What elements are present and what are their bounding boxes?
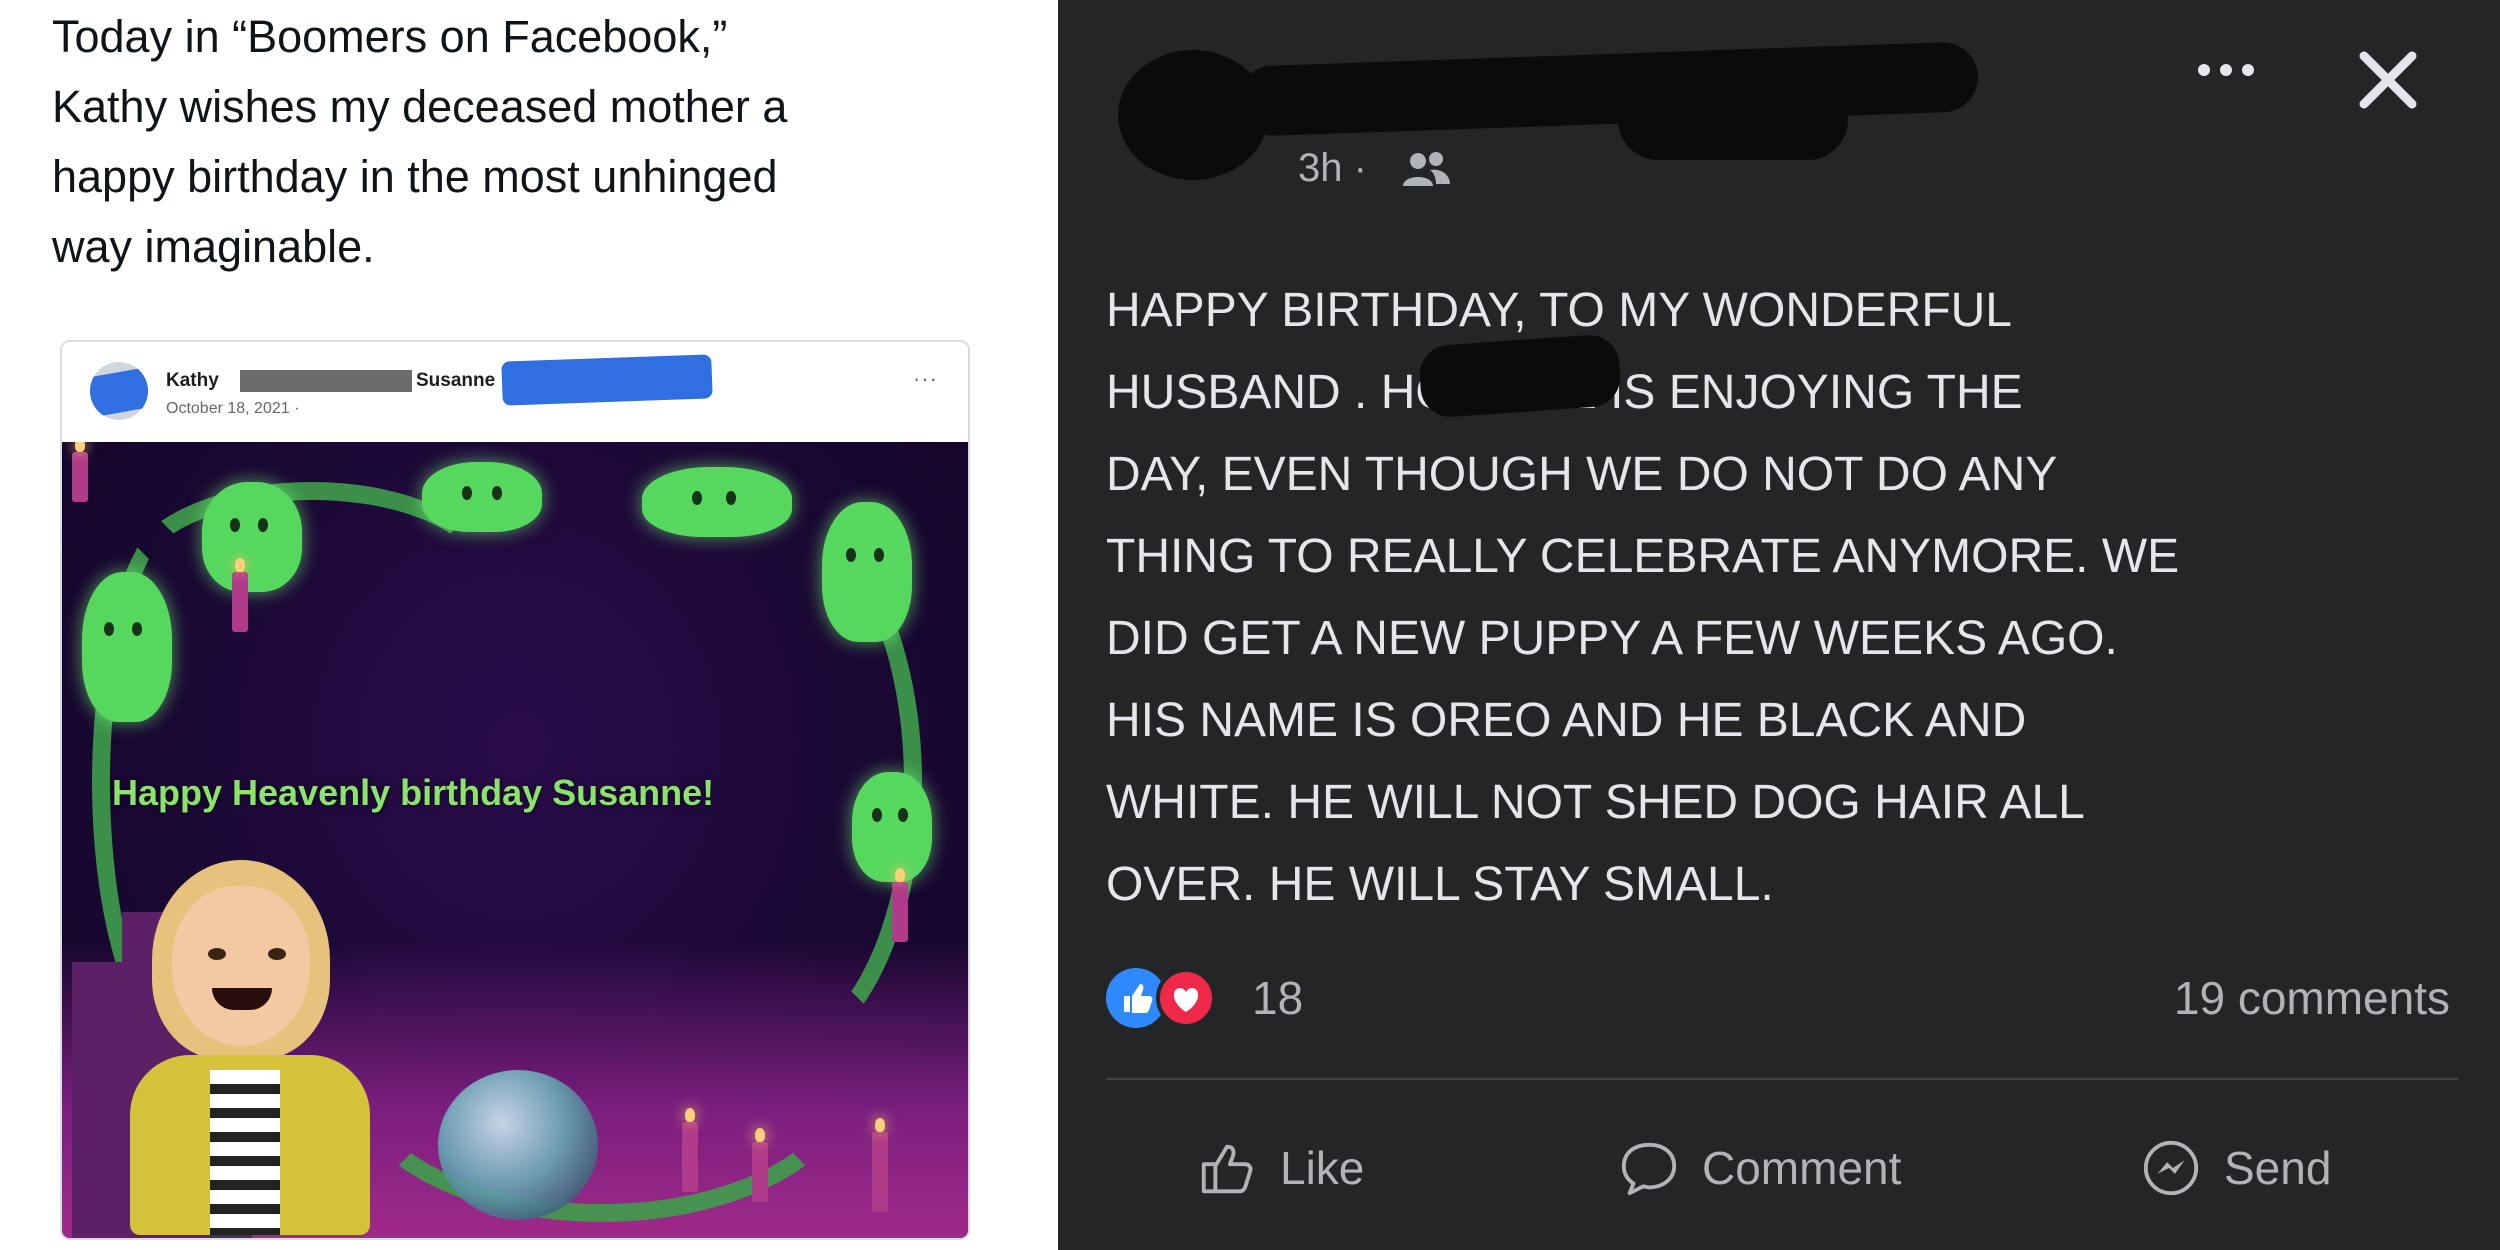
bitmoji-avatar [130,860,380,1240]
crystal-ball [438,1070,598,1220]
post-text: HAPPY BIRTHDAY, TO MY WONDERFUL HUSBAND … [1106,270,2476,926]
ghost-decoration [642,467,792,537]
birthday-greeting-text: Happy Heavenly birthday Susanne! [112,772,715,813]
friends-audience-icon[interactable] [1400,150,1452,190]
comment-button[interactable]: Comment [1618,1128,1901,1208]
vine-decoration [342,922,862,1222]
embedded-author-name: Kathy [166,370,219,391]
thumbs-up-icon [1201,1144,1253,1194]
send-label: Send [2224,1142,2332,1194]
embedded-post-header: Kathy Susanne October 18, 2021 · ··· [62,342,968,442]
comment-bubble-icon [1621,1142,1677,1196]
post-line: DAY, EVEN THOUGH WE DO NOT DO ANY [1106,448,2058,501]
ghost-decoration [202,482,302,592]
tweet-panel: Today in “Boomers on Facebook,” Kathy wi… [0,0,1050,1250]
tweet-line: Kathy wishes my deceased mother a [52,81,788,132]
candle-decoration [72,442,88,502]
redaction-bar [240,370,412,392]
candle-decoration [892,868,908,942]
messenger-icon [2143,1140,2199,1196]
like-label: Like [1280,1142,1365,1194]
post-line: HIS NAME IS OREO AND HE BLACK AND [1106,694,2027,747]
send-button[interactable]: Send [2140,1128,2331,1208]
name-redaction [1417,333,1623,419]
redaction-scribble [1237,41,1979,137]
author-redaction [1118,40,1979,180]
tweet-line: Today in “Boomers on Facebook,” [52,11,728,62]
post-line: DID GET A NEW PUPPY A FEW WEEKS AGO. [1106,612,2118,665]
tweet-line: happy birthday in the most unhinged [52,151,778,202]
reaction-count[interactable]: 18 [1252,968,1303,1028]
comment-count[interactable]: 19 comments [2174,968,2450,1028]
close-icon[interactable] [2348,40,2428,120]
post-line: WHITE. HE WILL NOT SHED DOG HAIR ALL [1106,776,2085,829]
redaction-scribble [501,354,713,406]
ghost-decoration [82,572,172,722]
bitmoji-shirt [210,1070,280,1235]
ghost-decoration [852,772,932,882]
ghost-decoration [822,502,912,642]
facebook-post-panel: 3h · HAPPY BIRTHDAY, TO MY WONDERFUL HUS… [1058,0,2500,1250]
like-button[interactable]: Like [1196,1128,1364,1208]
avatar [90,362,148,420]
post-timestamp[interactable]: 3h · [1298,146,1367,191]
redaction-scribble [1618,70,1848,160]
bitmoji-eye [268,948,286,960]
post-line: HUSBAND . HOPE HE IS ENJOYING THE [1106,366,2023,419]
post-line: THING TO REALLY CELEBRATE ANYMORE. WE [1106,530,2180,583]
candle-decoration [752,1128,768,1202]
embedded-recipient-name: Susanne [416,370,496,391]
divider [1106,1078,2458,1080]
embedded-post-date: October 18, 2021 · [166,400,300,417]
dot [2242,64,2254,76]
ghost-decoration [422,462,542,532]
love-reaction-icon [1156,968,1216,1028]
reaction-icons[interactable] [1106,968,1256,1028]
comment-label: Comment [1702,1142,1902,1194]
post-line: OVER. HE WILL STAY SMALL. [1106,858,1774,911]
bitmoji-eye [208,948,226,960]
bitmoji-face [172,886,310,1046]
candle-decoration [682,1108,698,1192]
candle-decoration [872,1118,888,1212]
tweet-line: way imaginable. [52,221,375,272]
more-options-icon[interactable]: ··· [913,366,938,392]
tweet-text: Today in “Boomers on Facebook,” Kathy wi… [52,2,1012,282]
dot [2198,64,2210,76]
post-line: HAPPY BIRTHDAY, TO MY WONDERFUL [1106,284,2012,337]
more-options-icon[interactable] [2198,50,2278,90]
dot [2220,64,2232,76]
candle-decoration [232,558,248,632]
